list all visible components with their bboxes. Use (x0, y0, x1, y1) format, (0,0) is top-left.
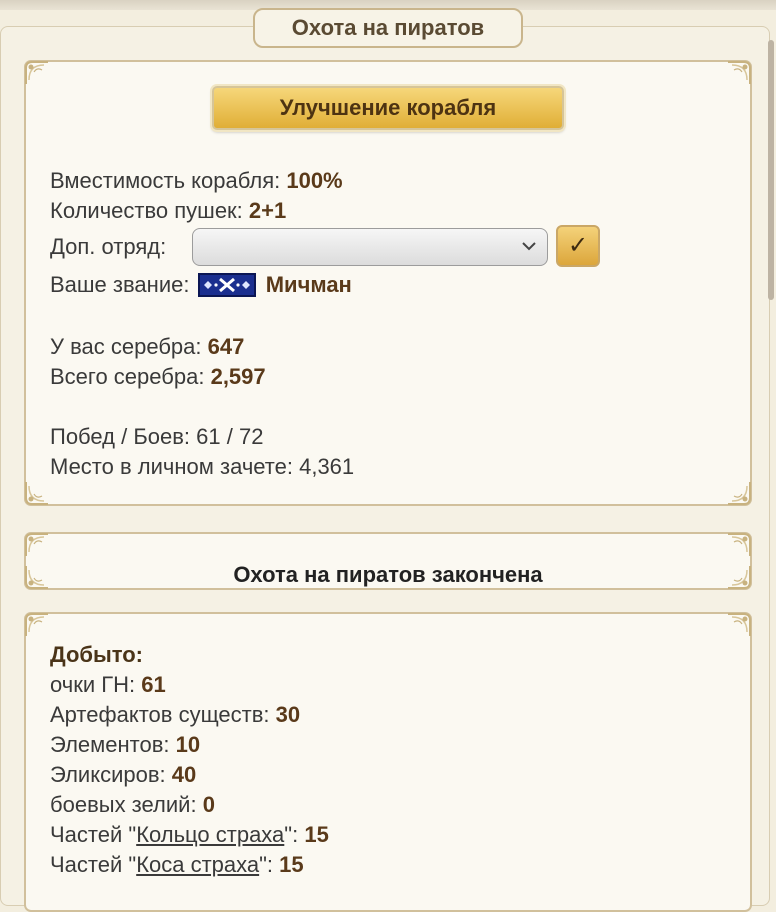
upgrade-ship-button[interactable]: Улучшение корабля (212, 86, 564, 130)
loot-item-label: Артефактов существ: (50, 702, 270, 727)
scythe-value: 15 (279, 852, 304, 877)
page-title: Охота на пиратов (291, 15, 485, 40)
loot-panel: Добыто: очки ГН: 61 Артефактов существ: … (24, 612, 752, 912)
corner-ornament-icon (24, 532, 50, 558)
loot-item-ring: Частей "Кольцо страха": 15 (50, 822, 329, 848)
corner-ornament-icon (24, 480, 50, 506)
total-silver-value: 2,597 (210, 364, 266, 389)
chevron-down-icon (522, 242, 536, 251)
silver-row: У вас серебра: 647 (50, 334, 244, 360)
scythe-prefix: Частей " (50, 852, 137, 877)
loot-item: Артефактов существ: 30 (50, 702, 300, 728)
ship-info-panel: Улучшение корабля Вместимость корабля: 1… (24, 60, 752, 506)
wins-battles: Побед / Боев: 61 / 72 (50, 424, 264, 449)
rank-badge-icon (197, 273, 256, 297)
capacity-row: Вместимость корабля: 100% (50, 168, 343, 194)
status-panel: Охота на пиратов закончена (24, 532, 752, 590)
loot-item-value: 0 (202, 792, 215, 817)
loot-item-value: 61 (141, 672, 166, 697)
silver-value: 647 (207, 334, 245, 359)
corner-ornament-icon (726, 60, 752, 86)
loot-item-value: 30 (275, 702, 301, 727)
loot-item-label: боевых зелий: (50, 792, 197, 817)
ring-prefix: Частей " (50, 822, 137, 847)
loot-item: Эликсиров: 40 (50, 762, 196, 788)
corner-ornament-icon (24, 612, 50, 638)
ring-suffix: ": (284, 822, 299, 847)
loot-item-label: Элементов: (50, 732, 170, 757)
loot-item-scythe: Частей "Коса страха": 15 (50, 852, 304, 878)
hunt-finished-text: Охота на пиратов закончена (233, 562, 543, 587)
corner-ornament-icon (726, 612, 752, 638)
loot-item: Элементов: 10 (50, 732, 200, 758)
confirm-squad-button[interactable]: ✓ (556, 225, 600, 267)
ring-link[interactable]: Кольцо страха (136, 822, 284, 847)
loot-item: очки ГН: 61 (50, 672, 166, 698)
loot-item-value: 40 (171, 762, 197, 787)
scrollbar[interactable] (768, 40, 774, 300)
loot-item-value: 10 (175, 732, 201, 757)
title-tab: Охота на пиратов (253, 8, 523, 48)
silver-label: У вас серебра: (50, 334, 202, 359)
capacity-value: 100% (286, 168, 343, 193)
loot-item-label: Эликсиров: (50, 762, 166, 787)
scythe-link[interactable]: Коса страха (136, 852, 259, 877)
rank-value: Мичман (265, 272, 352, 297)
cannons-row: Количество пушек: 2+1 (50, 198, 286, 224)
rank-label: Ваше звание: (50, 272, 190, 297)
cannons-value: 2+1 (248, 198, 287, 223)
total-silver-row: Всего серебра: 2,597 (50, 364, 266, 390)
corner-ornament-icon (726, 480, 752, 506)
scythe-suffix: ": (259, 852, 274, 877)
rank-row: Ваше звание: Мичман (50, 272, 352, 298)
total-silver-label: Всего серебра: (50, 364, 205, 389)
corner-ornament-icon (24, 60, 50, 86)
loot-item-label: очки ГН: (50, 672, 136, 697)
capacity-label: Вместимость корабля: (50, 168, 281, 193)
squad-label: Доп. отряд: (50, 234, 167, 259)
squad-select[interactable] (192, 228, 548, 266)
corner-ornament-icon (726, 532, 752, 558)
loot-item: боевых зелий: 0 (50, 792, 215, 818)
personal-place: Место в личном зачете: 4,361 (50, 454, 355, 479)
loot-heading: Добыто: (50, 642, 144, 667)
cannons-label: Количество пушек: (50, 198, 243, 223)
ring-value: 15 (304, 822, 329, 847)
